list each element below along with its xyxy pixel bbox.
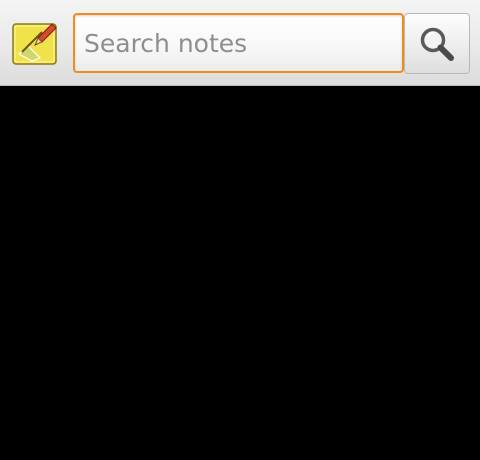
notes-app-icon[interactable] <box>12 20 58 66</box>
magnifier-icon <box>420 27 454 61</box>
notes-list-area <box>0 86 480 460</box>
search-button[interactable] <box>404 13 470 74</box>
search-field[interactable] <box>73 13 404 73</box>
search-toolbar <box>0 0 480 86</box>
search-input[interactable] <box>75 15 402 71</box>
